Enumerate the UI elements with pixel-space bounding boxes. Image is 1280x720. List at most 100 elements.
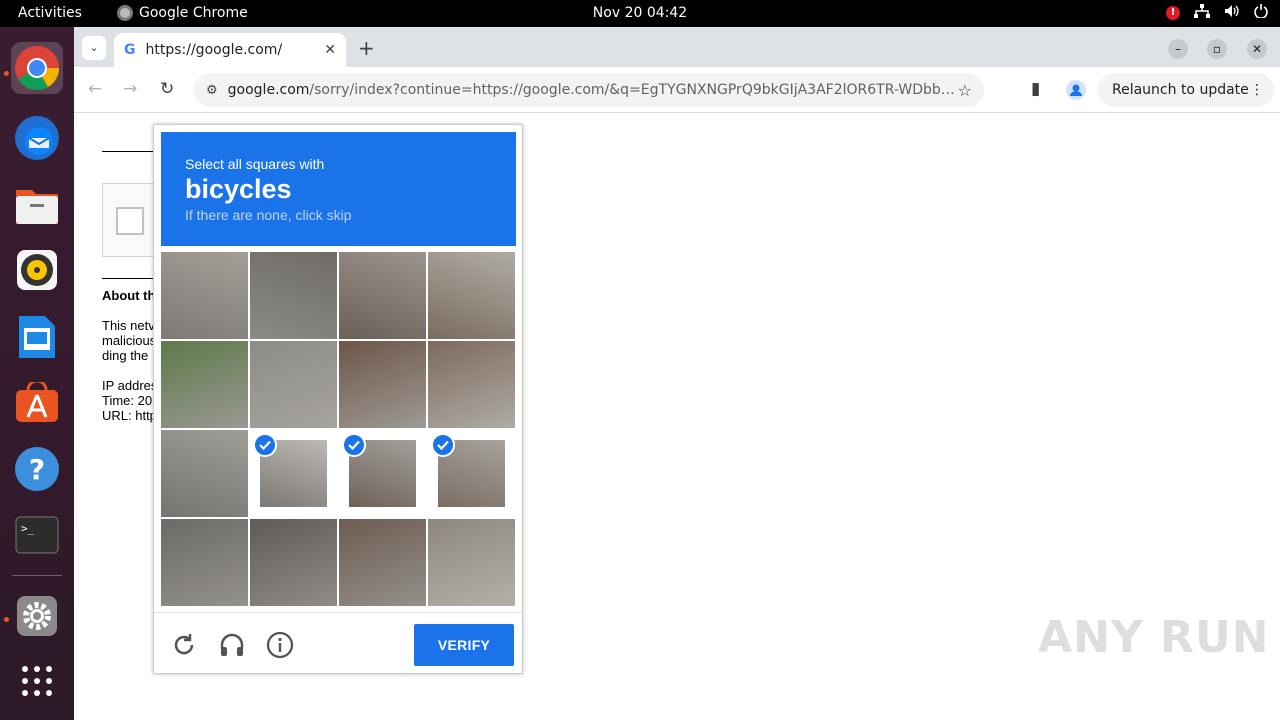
menu-dots-icon: ⋮: [1250, 82, 1264, 98]
challenge-footer: VERIFY: [154, 612, 522, 674]
checkmark-icon: [342, 433, 366, 457]
audio-challenge-icon[interactable]: [218, 631, 246, 659]
system-tray[interactable]: !: [1166, 4, 1268, 22]
tile-image: [339, 252, 426, 339]
tile-image: [339, 341, 426, 428]
app-center-icon[interactable]: [11, 377, 63, 429]
back-icon[interactable]: ←: [88, 79, 102, 99]
captcha-tile[interactable]: [250, 430, 337, 517]
tile-image: [161, 341, 248, 428]
running-indicator: [4, 71, 9, 76]
captcha-tile[interactable]: [161, 430, 248, 517]
show-apps-icon[interactable]: [11, 655, 63, 707]
captcha-tile[interactable]: [161, 519, 248, 606]
tab-search-button[interactable]: ⌄: [82, 36, 106, 60]
captcha-tile[interactable]: [250, 341, 337, 428]
side-panel-icon[interactable]: ▮: [1031, 79, 1040, 99]
app-menu[interactable]: Google Chrome: [117, 5, 248, 21]
info-icon[interactable]: [266, 631, 294, 659]
chrome-mini-icon: [117, 5, 133, 21]
captcha-tile[interactable]: [161, 341, 248, 428]
captcha-tile[interactable]: [428, 252, 515, 339]
tile-image: [428, 341, 515, 428]
anyrun-watermark: ANY RUN: [1038, 612, 1270, 663]
thunderbird-icon[interactable]: [11, 112, 63, 164]
time-line: Time: 20: [102, 393, 153, 408]
captcha-tile[interactable]: [339, 519, 426, 606]
reload-icon[interactable]: ↻: [160, 79, 174, 99]
body-line: ding the: [102, 348, 149, 363]
maximize-button[interactable]: ▫: [1207, 39, 1227, 59]
activities-button[interactable]: Activities: [18, 5, 82, 21]
tile-image: [250, 252, 337, 339]
instruction-text: Select all squares with: [185, 156, 325, 172]
captcha-tile[interactable]: [339, 252, 426, 339]
tile-image: [428, 252, 515, 339]
url-line: URL: http: [102, 408, 157, 423]
settings-icon[interactable]: [11, 590, 63, 642]
site-info-icon[interactable]: ⚙: [206, 83, 218, 98]
tab-title: https://google.com/: [145, 42, 283, 58]
app-menu-label: Google Chrome: [139, 5, 248, 21]
captcha-tile[interactable]: [428, 341, 515, 428]
tile-image: [428, 519, 515, 606]
google-favicon-icon: G: [124, 42, 136, 58]
terminal-icon[interactable]: >_: [11, 509, 63, 561]
captcha-tile[interactable]: [339, 341, 426, 428]
minimize-button[interactable]: –: [1168, 39, 1188, 59]
new-tab-button[interactable]: +: [358, 36, 375, 60]
tab-strip: ⌄ G https://google.com/ ✕ + – ▫ ✕: [74, 27, 1280, 67]
target-object: bicycles: [185, 174, 292, 204]
relaunch-label: Relaunch to update: [1112, 82, 1249, 98]
reload-challenge-icon[interactable]: [170, 631, 198, 659]
rhythmbox-icon[interactable]: [11, 244, 63, 296]
forward-icon[interactable]: →: [123, 79, 137, 99]
checkmark-icon: [431, 433, 455, 457]
running-indicator: [4, 617, 9, 622]
about-heading: About th: [102, 288, 156, 303]
browser-toolbar: ← → ↻ ⚙ google.com /sorry/index?continue…: [74, 67, 1280, 113]
tile-image: [161, 252, 248, 339]
challenge-header: Select all squares with bicycles If ther…: [161, 132, 516, 246]
captcha-tile[interactable]: [428, 430, 515, 517]
tile-image: [161, 430, 248, 517]
skip-hint: If there are none, click skip: [185, 207, 352, 223]
volume-icon[interactable]: [1224, 4, 1240, 22]
dock-separator: [12, 575, 62, 576]
address-bar[interactable]: ⚙ google.com /sorry/index?continue=https…: [194, 73, 984, 107]
captcha-tile[interactable]: [250, 252, 337, 339]
tile-image: [250, 341, 337, 428]
power-icon[interactable]: [1254, 4, 1268, 22]
chrome-icon[interactable]: [11, 42, 63, 94]
window-close-button[interactable]: ✕: [1247, 39, 1267, 59]
profile-avatar[interactable]: [1066, 80, 1086, 100]
bookmark-star-icon[interactable]: ☆: [958, 81, 972, 100]
image-grid: [161, 252, 516, 607]
captcha-tile[interactable]: [161, 252, 248, 339]
recaptcha-challenge: Select all squares with bicycles If ther…: [153, 124, 523, 674]
dock: ? >_: [0, 27, 74, 720]
files-icon[interactable]: [11, 179, 63, 231]
recaptcha-checkbox[interactable]: [116, 207, 144, 235]
help-icon[interactable]: ?: [11, 443, 63, 495]
captcha-tile[interactable]: [428, 519, 515, 606]
url-path: /sorry/index?continue=https://google.com…: [309, 82, 957, 98]
captcha-tile[interactable]: [339, 430, 426, 517]
network-icon[interactable]: [1194, 4, 1210, 22]
chevron-down-icon: ⌄: [89, 41, 99, 54]
tile-image: [161, 519, 248, 606]
body-line: This netv: [102, 318, 155, 333]
ip-address-line: IP addres: [102, 378, 158, 393]
svg-text:>_: >_: [21, 522, 35, 535]
captcha-tile[interactable]: [250, 519, 337, 606]
url-domain: google.com: [227, 82, 310, 98]
tile-image: [339, 519, 426, 606]
libreoffice-impress-icon[interactable]: [11, 311, 63, 363]
close-icon[interactable]: ✕: [324, 42, 336, 58]
relaunch-to-update-button[interactable]: Relaunch to update ⋮: [1098, 73, 1274, 107]
verify-button[interactable]: VERIFY: [414, 624, 514, 666]
body-line: malicious: [102, 333, 157, 348]
alert-icon[interactable]: !: [1166, 6, 1180, 20]
gnome-top-bar: Activities Google Chrome Nov 20 04:42 !: [0, 0, 1280, 27]
tab-google[interactable]: G https://google.com/ ✕: [114, 33, 346, 67]
